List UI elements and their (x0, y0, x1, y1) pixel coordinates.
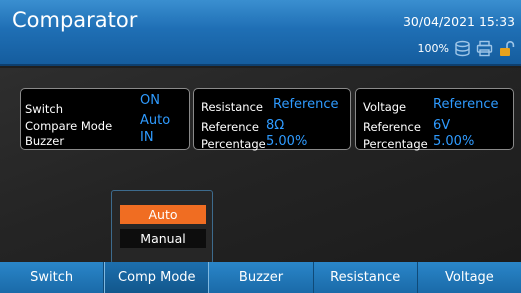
page-title: Comparator (12, 8, 138, 32)
battery-percent: 100% (417, 42, 449, 55)
resistance-label: Resistance (201, 100, 263, 114)
compare-mode-value[interactable]: Auto (140, 113, 170, 128)
buzzer-tab[interactable]: Buzzer (209, 262, 314, 293)
switch-value[interactable]: ON (140, 93, 160, 108)
resistance-mode-value[interactable]: Reference (273, 97, 338, 112)
resistance-tab[interactable]: Resistance (313, 262, 418, 293)
compare-mode-label: Compare Mode (25, 119, 113, 133)
voltage-percentage-label: Percentage (363, 137, 428, 151)
main-area: Switch ON Compare Mode Auto Buzzer IN Re… (0, 68, 521, 264)
voltage-reference-label: Reference (363, 120, 421, 134)
voltage-reference-value[interactable]: 6V (433, 118, 450, 133)
comp-mode-tab[interactable]: Comp Mode (104, 262, 210, 293)
option-manual[interactable]: Manual (120, 229, 206, 248)
storage-icon (454, 40, 471, 57)
lock-open-icon (498, 40, 515, 57)
printer-icon (476, 40, 493, 57)
voltage-panel: Voltage Reference Reference 6V Percentag… (355, 88, 514, 151)
resistance-panel: Resistance Reference Reference 8Ω Percen… (193, 88, 351, 151)
datetime-display: 30/04/2021 15:33 (402, 14, 515, 29)
buzzer-label: Buzzer (25, 134, 65, 148)
function-toolbar: Switch Comp Mode Buzzer Resistance Volta… (0, 262, 521, 293)
resistance-percentage-value[interactable]: 5.00% (266, 134, 307, 149)
voltage-tab[interactable]: Voltage (417, 262, 521, 293)
resistance-percentage-label: Percentage (201, 137, 266, 151)
switch-label: Switch (25, 102, 64, 116)
buzzer-value[interactable]: IN (140, 130, 154, 145)
voltage-label: Voltage (363, 100, 407, 114)
resistance-reference-value[interactable]: 8Ω (266, 118, 284, 133)
resistance-reference-label: Reference (201, 120, 259, 134)
title-bar: Comparator 30/04/2021 15:33 100% (0, 0, 521, 66)
voltage-percentage-value[interactable]: 5.00% (433, 134, 474, 149)
compare-mode-popup: Auto Manual (111, 190, 213, 264)
option-auto[interactable]: Auto (120, 205, 206, 224)
switch-settings-panel: Switch ON Compare Mode Auto Buzzer IN (20, 88, 190, 150)
voltage-mode-value[interactable]: Reference (433, 97, 498, 112)
switch-tab[interactable]: Switch (0, 262, 105, 293)
status-bar: 100% (418, 40, 515, 57)
